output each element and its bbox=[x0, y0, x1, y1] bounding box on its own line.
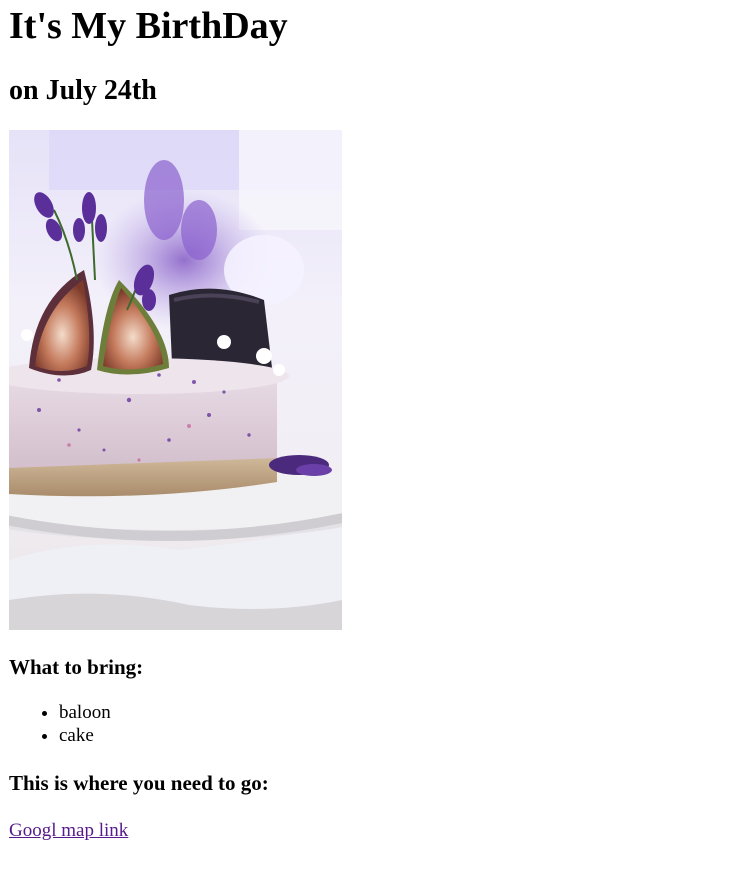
bring-heading: What to bring: bbox=[9, 655, 144, 679]
bring-list: baloon cake bbox=[9, 701, 735, 747]
birthday-cake-image bbox=[9, 130, 342, 630]
google-map-link[interactable]: Googl map link bbox=[9, 819, 128, 842]
page-title: It's My BirthDay bbox=[9, 5, 288, 47]
list-item: cake bbox=[59, 724, 735, 747]
location-heading: This is where you need to go: bbox=[9, 771, 269, 795]
page: It's My BirthDay on July 24th What to br… bbox=[0, 0, 744, 842]
event-date: on July 24th bbox=[9, 75, 157, 106]
list-item: baloon bbox=[59, 701, 735, 724]
